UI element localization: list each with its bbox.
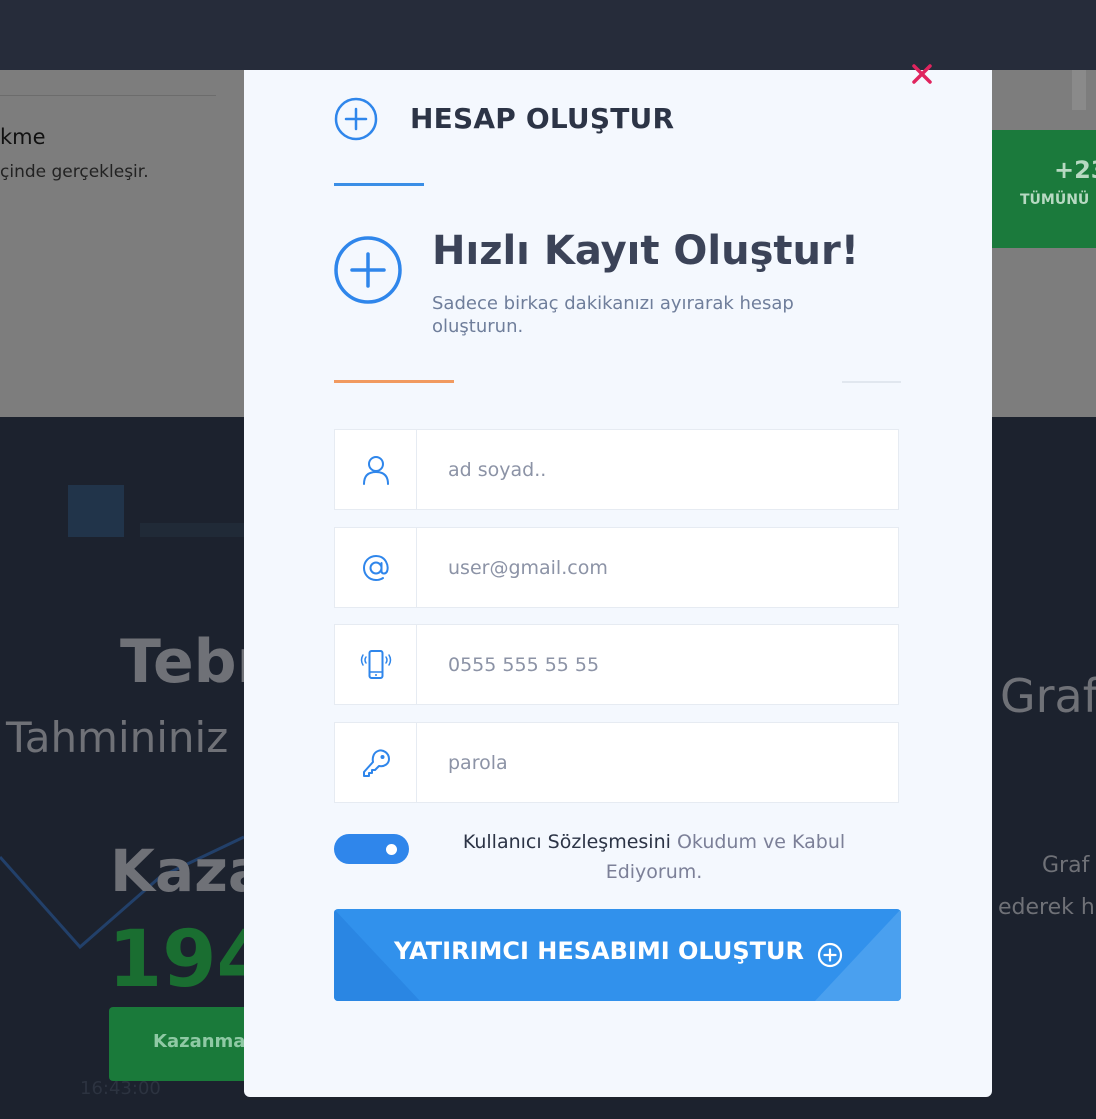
- modal-title: HESAP OLUŞTUR: [410, 102, 675, 135]
- decorative-image: [68, 485, 124, 537]
- register-modal: HESAP OLUŞTUR Hızlı Kayıt Oluştur! Sadec…: [244, 64, 992, 1097]
- agreement-text: Kullanıcı Sözleşmesini Okudum ve Kabul E…: [444, 827, 864, 887]
- hero-title: Hızlı Kayıt Oluştur!: [432, 228, 859, 274]
- close-icon[interactable]: [910, 62, 934, 86]
- phone-field-icon-cell: [335, 625, 417, 704]
- plus-circle-icon: [334, 97, 378, 141]
- email-field-icon-cell: [335, 528, 417, 607]
- right-column-strip: [1072, 70, 1086, 110]
- step-description: çinde gerçekleşir.: [0, 162, 149, 182]
- agreement-toggle[interactable]: [334, 834, 409, 864]
- agreement-label: Kullanıcı Sözleşmesini: [462, 831, 677, 853]
- name-field-icon-cell: [335, 430, 417, 509]
- key-icon: [362, 749, 390, 777]
- toggle-knob: [386, 844, 397, 855]
- email-input[interactable]: [418, 528, 888, 607]
- password-field-icon-cell: [335, 723, 417, 802]
- password-field: [334, 722, 899, 803]
- phone-icon: [360, 649, 391, 679]
- create-account-button-label: YATIRIMCI HESABIMI OLUŞTUR: [394, 937, 804, 965]
- green-stat-box[interactable]: +23 TÜMÜNÜ: [992, 130, 1096, 248]
- password-input[interactable]: [418, 723, 888, 802]
- name-input[interactable]: [418, 430, 888, 509]
- divider: [0, 95, 216, 96]
- step-title: kme: [0, 125, 46, 149]
- section-divider-accent: [334, 380, 454, 383]
- green-stat-link[interactable]: TÜMÜNÜ: [1020, 192, 1089, 208]
- header-underline: [334, 183, 424, 186]
- right-text-2: ederek h: [998, 895, 1095, 920]
- hero-subtitle: Sadece birkaç dakikanızı ayırarak hesap …: [432, 293, 794, 337]
- phone-field: [334, 624, 899, 705]
- create-account-button[interactable]: YATIRIMCI HESABIMI OLUŞTUR: [334, 909, 901, 1001]
- name-field: [334, 429, 899, 510]
- prediction-text: Tahmininiz: [6, 713, 229, 762]
- email-field: [334, 527, 899, 608]
- section-divider-muted: [842, 381, 901, 383]
- plus-circle-icon: [334, 236, 402, 304]
- right-text-1: Graf: [1042, 853, 1090, 878]
- green-stat-value: +23: [1054, 156, 1096, 184]
- phone-input[interactable]: [418, 625, 888, 704]
- user-icon: [362, 455, 389, 485]
- top-navbar: [0, 0, 1096, 70]
- plus-circle-small-icon: [817, 942, 843, 968]
- decorative-bar: [140, 523, 260, 537]
- at-sign-icon: [362, 554, 389, 581]
- right-heading: Graf: [1000, 669, 1096, 723]
- earning-button-label: Kazanma: [153, 1031, 246, 1052]
- timestamp: 16:43:00: [80, 1078, 161, 1099]
